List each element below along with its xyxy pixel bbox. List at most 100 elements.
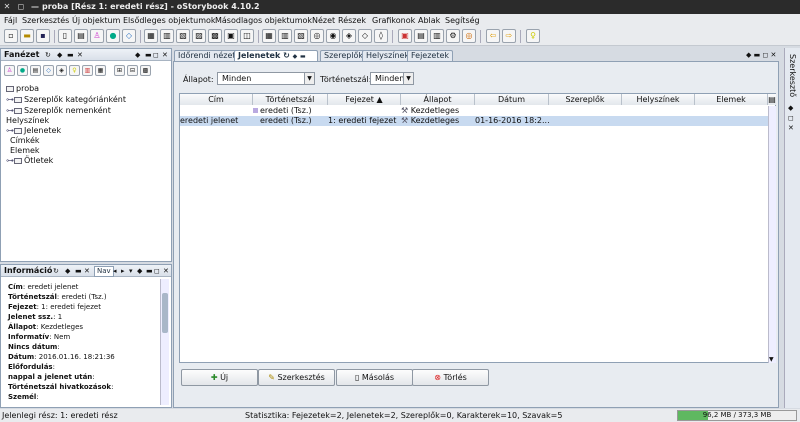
- lightbulb-icon[interactable]: ♀: [526, 29, 540, 43]
- content-min-icon[interactable]: ▬: [754, 51, 761, 59]
- save-icon[interactable]: ▪: [36, 29, 50, 43]
- close-window-icon[interactable]: ✕: [2, 0, 12, 14]
- new-character-icon[interactable]: ●: [106, 29, 120, 43]
- strands-view-icon[interactable]: ◈: [342, 29, 356, 43]
- links-view-icon[interactable]: ◇: [358, 29, 372, 43]
- info-min2-icon[interactable]: ▬: [146, 265, 153, 277]
- info-scrollbar[interactable]: [160, 279, 169, 405]
- reading-view-icon[interactable]: ◉: [326, 29, 340, 43]
- filter-tags-icon[interactable]: ▥: [82, 65, 93, 76]
- info-close-icon[interactable]: ✕: [84, 265, 90, 277]
- new-part-icon[interactable]: ▯: [58, 29, 72, 43]
- pdf-export-icon[interactable]: ▣: [398, 29, 412, 43]
- table-scrollbar[interactable]: ▼: [768, 106, 776, 363]
- content-pin-icon[interactable]: ◆: [746, 51, 751, 59]
- expand-all-icon[interactable]: ⊞: [114, 65, 125, 76]
- expand-icon[interactable]: ⊶: [6, 126, 14, 135]
- network-view-icon[interactable]: ◊: [374, 29, 388, 43]
- menu-parts[interactable]: Részek: [338, 14, 366, 28]
- col-header-title[interactable]: Cím: [180, 94, 253, 105]
- navigator-min2-icon[interactable]: ▬: [145, 49, 152, 61]
- back-arrow-icon[interactable]: ⇦: [486, 29, 500, 43]
- manage-view-icon[interactable]: ▧: [294, 29, 308, 43]
- info-menu-icon[interactable]: ▾: [129, 265, 133, 277]
- expand-icon[interactable]: ⊶: [6, 156, 14, 165]
- state-filter-select[interactable]: Minden ▼: [217, 72, 315, 85]
- new-file-icon[interactable]: ▫: [4, 29, 18, 43]
- menu-help[interactable]: Segítség: [445, 14, 480, 28]
- info-refresh-icon[interactable]: ↻: [53, 265, 59, 277]
- col-header-locations[interactable]: Helyszínek: [622, 94, 695, 105]
- ideas-list-icon[interactable]: ◫: [240, 29, 254, 43]
- info-max-icon[interactable]: ◻: [154, 265, 160, 277]
- info-scroll-right-icon[interactable]: ▸: [121, 265, 125, 277]
- table-row-selected[interactable]: eredeti jelenet eredeti (Tsz.) 1: eredet…: [180, 116, 768, 126]
- info-scroll-left-icon[interactable]: ◂: [113, 265, 117, 277]
- tab-locations[interactable]: Helyszínek: [362, 50, 414, 61]
- filter-ideas-icon[interactable]: ♀: [69, 65, 80, 76]
- chapters-list-icon[interactable]: ▦: [144, 29, 158, 43]
- navigator-close-icon[interactable]: ✕: [77, 49, 83, 61]
- print-icon[interactable]: ▤: [414, 29, 428, 43]
- tab-pin-icon[interactable]: ◆: [293, 53, 298, 60]
- editor-close-icon[interactable]: ✕: [788, 124, 794, 132]
- tools-icon[interactable]: ◎: [462, 29, 476, 43]
- minimize-window-icon[interactable]: —: [30, 0, 40, 14]
- items-list-icon[interactable]: ▩: [208, 29, 222, 43]
- export-icon[interactable]: ▥: [430, 29, 444, 43]
- scenes-list-icon[interactable]: ▥: [160, 29, 174, 43]
- refresh-tree-icon[interactable]: ▩: [140, 65, 151, 76]
- filter-locations-icon[interactable]: ◇: [43, 65, 54, 76]
- open-folder-icon[interactable]: ▬: [20, 29, 34, 43]
- maximize-window-icon[interactable]: ◻: [16, 0, 26, 14]
- editor-restore-icon[interactable]: ◻: [788, 114, 794, 122]
- tree-item-scenes[interactable]: ⊶ Jelenetek: [6, 126, 61, 135]
- content-max-icon[interactable]: ◻: [762, 51, 768, 59]
- menu-file[interactable]: Fájl: [4, 14, 17, 28]
- chronology-view-icon[interactable]: ▦: [262, 29, 276, 43]
- navigator-close2-icon[interactable]: ✕: [162, 49, 168, 61]
- col-header-chapter[interactable]: Fejezet ▲: [328, 94, 401, 105]
- info-pin-icon[interactable]: ◆: [65, 265, 70, 277]
- menu-charts[interactable]: Grafikonok: [372, 14, 415, 28]
- settings-icon[interactable]: ⚙: [446, 29, 460, 43]
- menu-primary-objects[interactable]: Elsődleges objektumok: [123, 14, 216, 28]
- new-scene-button[interactable]: ✚ Új: [181, 369, 258, 386]
- strand-filter-select[interactable]: Minden ▼: [370, 72, 414, 85]
- tab-scenes[interactable]: Jelenetek ↻ ◆ ▬ ✕: [234, 50, 318, 71]
- locations-list-icon[interactable]: ▨: [192, 29, 206, 43]
- copy-scene-button[interactable]: ▯ Másolás: [336, 369, 413, 386]
- new-scene-icon[interactable]: ♙: [90, 29, 104, 43]
- memory-meter[interactable]: 96,2 MB / 373,3 MB: [677, 410, 797, 421]
- tree-item-characters-by-category[interactable]: ⊶ Szereplők kategóriánként: [6, 95, 126, 104]
- navigator-pin-icon[interactable]: ◆: [57, 49, 62, 61]
- editor-side-panel[interactable]: Szerkesztő ◆ ◻ ✕: [784, 48, 800, 408]
- tab-chronology[interactable]: Időrendi nézet: [174, 50, 240, 61]
- info-scroll-thumb[interactable]: [162, 293, 168, 333]
- tree-item-locations[interactable]: Helyszínek: [6, 116, 49, 125]
- tab-chapters[interactable]: Fejezetek: [407, 50, 454, 61]
- content-close-icon[interactable]: ✕: [771, 51, 777, 59]
- expand-icon[interactable]: ⊶: [6, 95, 14, 104]
- editor-pin-icon[interactable]: ◆: [788, 104, 793, 112]
- tree-item-characters-by-gender[interactable]: ⊶ Szereplők nemenként: [6, 106, 111, 115]
- menu-window[interactable]: Ablak: [418, 14, 440, 28]
- navigator-refresh-icon[interactable]: ↻: [45, 49, 51, 61]
- navigator-max-icon[interactable]: ◻: [153, 49, 159, 61]
- filter-chapters-icon[interactable]: ▤: [30, 65, 41, 76]
- menu-new-object[interactable]: Új objektum: [72, 14, 120, 28]
- tab-characters[interactable]: Szereplők: [320, 50, 368, 61]
- filter-characters-icon[interactable]: ●: [17, 65, 28, 76]
- forward-arrow-icon[interactable]: ⇨: [502, 29, 516, 43]
- col-header-items[interactable]: Elemek: [695, 94, 768, 105]
- info-pin2-icon[interactable]: ◆: [137, 265, 142, 277]
- col-header-date[interactable]: Dátum: [475, 94, 549, 105]
- editor-side-label[interactable]: Szerkesztő: [788, 54, 797, 97]
- expand-icon[interactable]: ⊶: [6, 106, 14, 115]
- info-minimize-icon[interactable]: ▬: [75, 265, 82, 277]
- col-header-strand[interactable]: Történetszál: [253, 94, 328, 105]
- info-close2-icon[interactable]: ✕: [163, 265, 169, 277]
- tree-item-ideas[interactable]: ⊶ Ötletek: [6, 156, 53, 165]
- menu-view[interactable]: Nézet: [312, 14, 335, 28]
- navigator-minimize-icon[interactable]: ▬: [67, 49, 74, 61]
